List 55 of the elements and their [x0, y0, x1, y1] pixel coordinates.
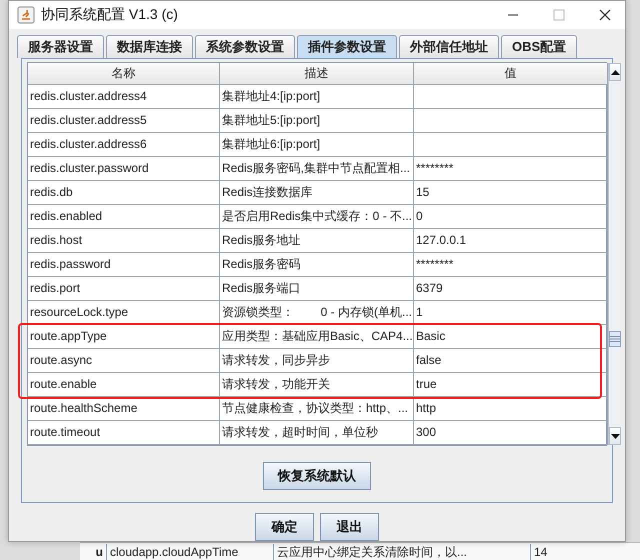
table-cell: redis.cluster.password — [28, 157, 220, 181]
table-cell: route.async — [28, 349, 220, 373]
table-cell: redis.cluster.address6 — [28, 133, 220, 157]
column-header[interactable]: 名称 — [28, 63, 220, 85]
table-cell: route.enable — [28, 373, 220, 397]
tab[interactable]: 服务器设置 — [17, 35, 104, 58]
table-cell: Redis服务密码 — [220, 253, 414, 277]
table-cell: 请求转发，同步异步 — [220, 349, 414, 373]
close-icon[interactable] — [599, 9, 611, 21]
table-cell: route.healthScheme — [28, 397, 220, 421]
window-title: 协同系统配置 V1.3 (c) — [41, 6, 178, 24]
tab[interactable]: OBS配置 — [501, 35, 578, 58]
tab[interactable]: 数据库连接 — [106, 35, 193, 58]
table-cell: 300 — [414, 421, 608, 445]
tab[interactable]: 插件参数设置 — [297, 35, 397, 58]
restore-defaults-button[interactable]: 恢复系统默认 — [263, 462, 371, 490]
table-cell-text: u — [94, 544, 104, 560]
table-cell: Redis连接数据库 — [220, 181, 414, 205]
app-icon — [17, 6, 35, 24]
table-cell: cloudapp.cloudAppTime — [106, 544, 273, 560]
table-cell: 应用类型：基础应用Basic、CAP4... — [220, 325, 414, 349]
table-cell: 集群地址6:[ip:port] — [220, 133, 414, 157]
tab[interactable]: 系统参数设置 — [195, 35, 295, 58]
scrollbar[interactable] — [608, 63, 621, 445]
scroll-down-icon[interactable] — [610, 434, 620, 438]
table-cell: 资源锁类型： 0 - 内存锁(单机... — [220, 301, 414, 325]
table-cell: 是否启用Redis集中式缓存：0 - 不... — [220, 205, 414, 229]
table-cell: redis.host — [28, 229, 220, 253]
table-cell: 请求转发，超时时间，单位秒 — [220, 421, 414, 445]
table-cell: resourceLock.type — [28, 301, 220, 325]
table-cell: route.appType — [28, 325, 220, 349]
table-cell: redis.cluster.address4 — [28, 85, 220, 109]
column-header[interactable]: 值 — [414, 63, 608, 85]
table-cell: redis.cluster.address5 — [28, 109, 220, 133]
dialog-button[interactable]: 确定 — [255, 513, 314, 541]
table-cell: redis.db — [28, 181, 220, 205]
column-header[interactable]: 描述 — [220, 63, 414, 85]
table-cell: route.timeout — [28, 421, 220, 445]
table-cell: 14 — [530, 544, 550, 560]
table-cell: 请求转发，功能开关 — [220, 373, 414, 397]
table-cell: 节点健康检查，协议类型：http、... — [220, 397, 414, 421]
table-cell: Redis服务端口 — [220, 277, 414, 301]
table-cell: Redis服务地址 — [220, 229, 414, 253]
table-cell: 集群地址5:[ip:port] — [220, 109, 414, 133]
dialog-button[interactable]: 退出 — [320, 513, 379, 541]
scroll-up-icon[interactable] — [610, 70, 620, 74]
table-cell: redis.password — [28, 253, 220, 277]
table-cell: redis.enabled — [28, 205, 220, 229]
scroll-thumb[interactable] — [609, 331, 621, 347]
tab[interactable]: 外部信任地址 — [399, 35, 499, 58]
table-cell: 集群地址4:[ip:port] — [220, 85, 414, 109]
table-cell: 云应用中心绑定关系清除时间，以... — [273, 544, 530, 560]
maximize-icon — [553, 9, 565, 21]
table-cell: Redis服务密码,集群中节点配置相... — [220, 157, 414, 181]
table-cell: redis.port — [28, 277, 220, 301]
